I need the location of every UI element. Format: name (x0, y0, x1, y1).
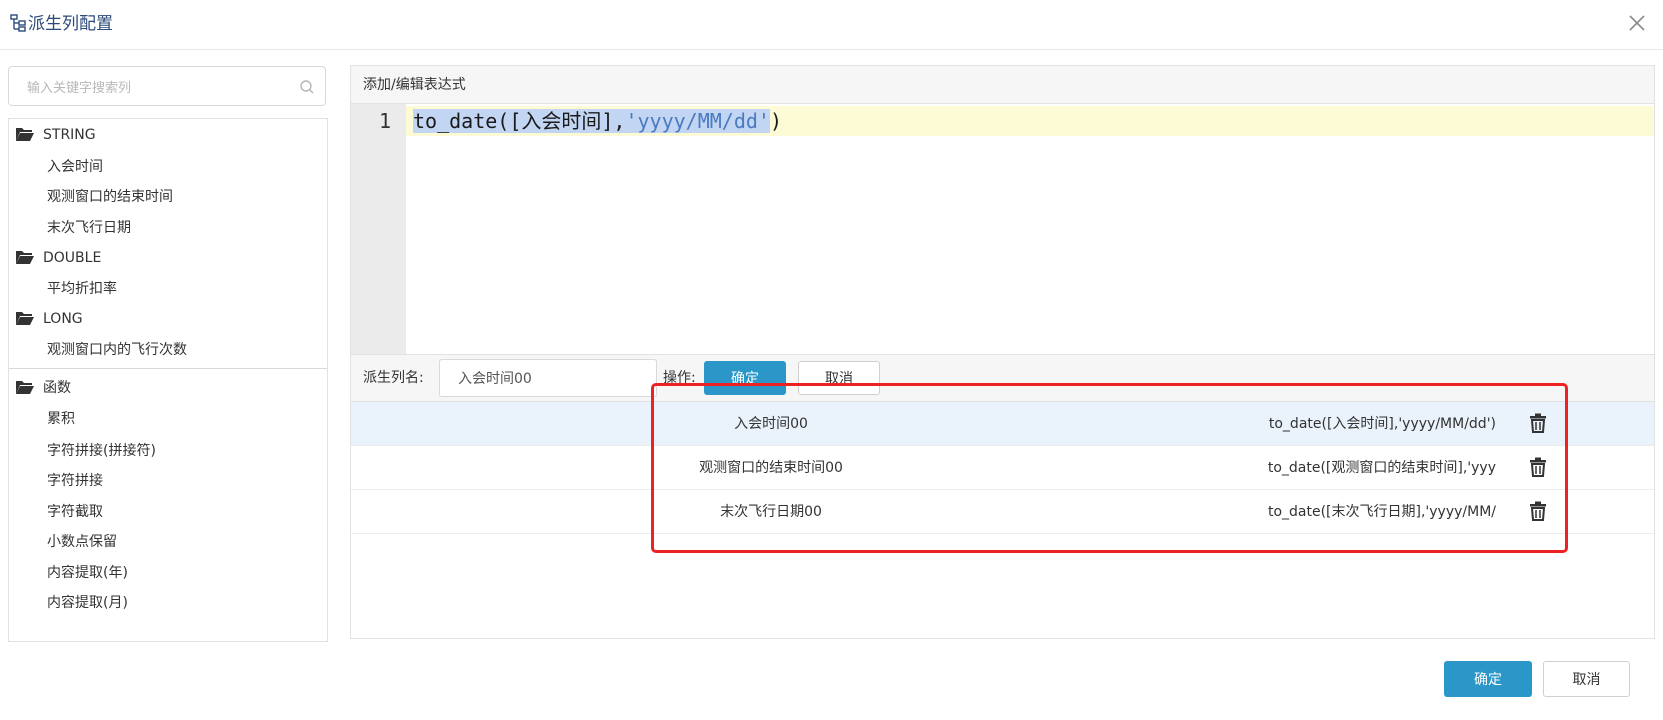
tree-group-functions[interactable]: 函数 (15, 372, 71, 404)
dialog-title-bar: 派生列配置 (0, 0, 1663, 50)
column-search-input[interactable] (25, 76, 289, 100)
folder-open-icon (16, 127, 34, 141)
highlight-annotation-box (651, 383, 1568, 553)
tree-group-label: 函数 (43, 380, 71, 396)
tree-item-function[interactable]: 内容提取(年) (47, 557, 128, 589)
tree-group-double[interactable]: DOUBLE (15, 242, 101, 274)
tree-item-function[interactable]: 字符拼接 (47, 465, 103, 497)
editor-gutter: 1 (351, 104, 406, 354)
tree-item-join-time[interactable]: 入会时间 (47, 151, 103, 183)
tree-item-function[interactable]: 内容提取(月) (47, 587, 128, 619)
tree-item-last-flight-date[interactable]: 末次飞行日期 (47, 212, 131, 244)
tree-structure-icon (10, 14, 26, 32)
tree-item-function[interactable]: 小数点保留 (47, 526, 117, 558)
line-number: 1 (378, 109, 391, 133)
code-line[interactable]: to_date([入会时间],'yyyy/MM/dd') (413, 106, 782, 136)
tree-group-label: STRING (43, 127, 96, 143)
derived-name-label: 派生列名: (363, 370, 424, 386)
tree-item-flight-count[interactable]: 观测窗口内的飞行次数 (47, 334, 187, 366)
tree-group-string[interactable]: STRING (15, 119, 96, 151)
tree-item-window-end-time[interactable]: 观测窗口的结束时间 (47, 181, 173, 213)
tree-group-label: DOUBLE (43, 250, 102, 266)
close-icon[interactable] (1626, 12, 1648, 34)
folder-open-icon (16, 311, 34, 325)
editor-header: 添加/编辑表达式 (351, 66, 1654, 104)
code-closing-paren: ) (769, 109, 782, 133)
code-string-literal: 'yyyy/MM/dd' (625, 109, 770, 133)
column-tree: STRING 入会时间 观测窗口的结束时间 末次飞行日期 DOUBLE 平均折扣… (8, 118, 328, 642)
column-search-box (8, 66, 326, 106)
tree-divider (9, 368, 327, 369)
code-editor[interactable]: 1 to_date([入会时间],'yyyy/MM/dd') (351, 104, 1654, 354)
dialog-confirm-button[interactable]: 确定 (1444, 661, 1532, 697)
tree-group-long[interactable]: LONG (15, 303, 83, 335)
tree-item-function[interactable]: 字符拼接(拼接符) (47, 435, 156, 467)
tree-item-avg-discount[interactable]: 平均折扣率 (47, 273, 117, 305)
dialog-title: 派生列配置 (28, 14, 113, 34)
tree-group-label: LONG (43, 311, 83, 327)
folder-open-icon (16, 380, 34, 394)
folder-open-icon (16, 250, 34, 264)
tree-item-function[interactable]: 字符截取 (47, 496, 103, 528)
derived-name-input[interactable] (439, 359, 657, 397)
dialog-cancel-button[interactable]: 取消 (1543, 661, 1630, 697)
search-icon[interactable] (299, 79, 315, 95)
code-function-text: to_date([入会时间], (413, 109, 626, 133)
tree-item-function[interactable]: 累积 (47, 403, 75, 435)
